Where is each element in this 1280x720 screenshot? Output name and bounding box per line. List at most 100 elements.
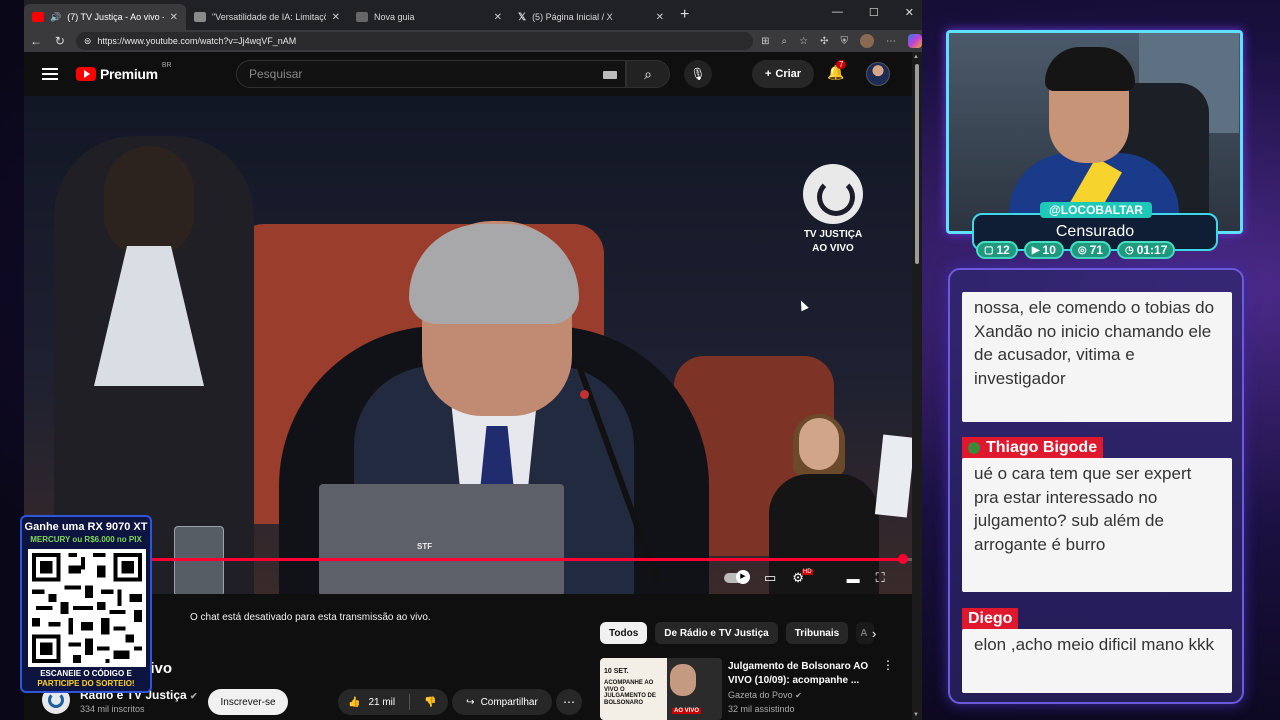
chip-todos[interactable]: Todos (600, 622, 648, 644)
minimize-icon[interactable]: — (832, 6, 843, 19)
url-text: https://www.youtube.com/watch?v=Jj4wqVF_… (97, 36, 297, 46)
tab-versatilidade[interactable]: "Versatilidade de IA: Limitações e ✕ (186, 4, 348, 30)
recommendation-channel[interactable]: Gazeta do Povo ✔ (728, 690, 802, 700)
watermark-line-1: TV JUSTIÇA (803, 229, 863, 240)
hd-badge: HD (801, 569, 813, 575)
player-controls: ▭ ⚙ HD ▬ ⛶ (724, 569, 885, 586)
stat-kick: ◎ 71 (1069, 241, 1111, 259)
laptop: STF (319, 484, 564, 594)
account-avatar[interactable] (866, 62, 890, 86)
favorite-star-icon[interactable]: ☆ (799, 36, 808, 47)
apps-icon[interactable]: ⊞ (761, 36, 769, 47)
stat-value: 71 (1089, 243, 1103, 257)
create-label: Criar (775, 68, 802, 80)
scrollbar-thumb[interactable] (915, 64, 919, 264)
clock-icon: ◷ (1124, 244, 1134, 256)
tab-label: (5) Página Inicial / X (532, 12, 613, 22)
microphone-icon: 🎙 (690, 67, 706, 81)
like-icon[interactable]: 👍 (348, 697, 360, 708)
recommendation-thumbnail[interactable]: 10 SET. ACOMPANHE AO VIVO O JULGAMENTO D… (600, 658, 722, 720)
scroll-down-icon[interactable]: ▼ (913, 712, 919, 718)
giveaway-line-1: Ganhe uma RX 9070 XT (24, 521, 148, 533)
site-info-icon[interactable]: ⊜ (84, 36, 92, 47)
search-button[interactable]: ⌕ (626, 60, 670, 88)
maximize-icon[interactable]: ☐ (869, 6, 879, 19)
subtitles-icon[interactable]: ▭ (764, 570, 776, 586)
logo-text: Premium (100, 66, 158, 82)
tab-nova-guia[interactable]: Nova guia ✕ (348, 4, 510, 30)
x-favicon-icon: 𝕏 (518, 11, 527, 23)
chip-radio-tv-justica[interactable]: De Rádio e TV Justiça (655, 622, 778, 644)
logo-region: BR (161, 62, 172, 69)
tab-label: "Versatilidade de IA: Limitações e (212, 12, 326, 22)
reload-icon[interactable]: ↻ (48, 34, 72, 48)
youtube-page: Premium BR Pesquisar ⌕ 🎙 + Criar 🔔 7 STF… (24, 52, 912, 720)
close-tab-icon[interactable]: ✕ (494, 12, 502, 23)
recommendation-chips: Todos De Rádio e TV Justiça Tribunais A (600, 622, 875, 644)
like-count[interactable]: 21 mil (368, 697, 395, 708)
video-player[interactable]: STF TV JUSTIÇA AO VIVO ▭ ⚙ (24, 96, 912, 594)
tab-strip: 🔊 (7) TV Justiça - Ao vivo - You ✕ "Vers… (24, 0, 922, 30)
channel-subscribers: 334 mil inscritos (80, 704, 145, 714)
thumb-date: 10 SET. (604, 668, 629, 675)
youtube-favicon-icon (32, 12, 44, 22)
stat-youtube: ▶ 10 (1023, 241, 1064, 259)
progress-bar[interactable] (24, 554, 912, 564)
more-menu-icon[interactable]: ⋯ (886, 36, 896, 47)
new-tab-button[interactable]: + (680, 6, 689, 24)
zoom-icon[interactable]: ⌕ (782, 36, 788, 47)
stat-twitch: ▢ 12 (976, 241, 1018, 259)
keyboard-icon[interactable] (603, 71, 617, 79)
scroll-up-icon[interactable]: ▲ (913, 54, 919, 60)
browser-toolbar: ⊞ ⌕ ☆ ✣ ⛨ ⋯ (761, 34, 922, 48)
recommendation-title[interactable]: Julgamento de Bolsonaro AO VIVO (10/09):… (728, 660, 874, 687)
chat-message: ué o cara tem que ser expert pra estar i… (962, 458, 1232, 592)
subscribe-button[interactable]: Inscrever-se (208, 689, 288, 715)
viewer-stats: ▢ 12 ▶ 10 ◎ 71 ◷ 01:17 (976, 241, 1176, 259)
verified-icon: ✔ (190, 691, 198, 701)
more-actions-button[interactable]: ⋯ (556, 689, 582, 715)
streamer-handle: @LOCOBALTAR (1040, 202, 1152, 218)
shield-icon[interactable]: ⛨ (841, 36, 849, 47)
close-tab-icon[interactable]: ✕ (332, 12, 340, 23)
chevron-right-icon[interactable]: › (872, 626, 876, 641)
profile-avatar-icon[interactable] (860, 34, 874, 48)
search-icon: ⌕ (644, 65, 652, 82)
new-tab-favicon-icon (356, 12, 368, 22)
close-tab-icon[interactable]: ✕ (656, 12, 664, 23)
voice-search-button[interactable]: 🎙 (684, 60, 712, 88)
notification-badge: 7 (836, 60, 847, 69)
youtube-header: Premium BR Pesquisar ⌕ 🎙 + Criar 🔔 7 (24, 52, 912, 96)
url-field[interactable]: ⊜ https://www.youtube.com/watch?v=Jj4wqV… (75, 32, 754, 50)
tab-x[interactable]: 𝕏 (5) Página Inicial / X ✕ (510, 4, 672, 30)
youtube-logo[interactable]: Premium BR (76, 62, 172, 82)
thumb-live-badge: AO VIVO (672, 708, 702, 714)
menu-icon[interactable] (42, 68, 58, 80)
share-icon: ↪ (466, 696, 475, 708)
copilot-icon[interactable] (908, 34, 922, 48)
chat-author: Diego (962, 608, 1019, 630)
autoplay-toggle[interactable] (724, 570, 750, 584)
notifications-button[interactable]: 🔔 7 (827, 60, 847, 81)
stat-value: 01:17 (1136, 243, 1168, 257)
recommendation-menu-icon[interactable]: ⋮ (882, 658, 894, 672)
stat-value: 12 (996, 243, 1010, 257)
chip-tribunais[interactable]: Tribunais (785, 622, 849, 644)
plus-icon: + (764, 68, 772, 80)
speaker-icon[interactable]: 🔊 (50, 12, 61, 23)
youtube-icon: ▶ (1031, 244, 1040, 256)
dislike-icon[interactable]: 👎 (424, 697, 436, 708)
tab-youtube[interactable]: 🔊 (7) TV Justiça - Ao vivo - You ✕ (24, 4, 186, 30)
tv-justica-watermark: TV JUSTIÇA AO VIVO (800, 164, 866, 255)
extensions-icon[interactable]: ✣ (820, 36, 828, 47)
tab-label: Nova guia (374, 12, 415, 22)
close-window-icon[interactable]: ✕ (905, 6, 914, 19)
share-button[interactable]: ↪ Compartilhar (452, 689, 552, 715)
page-scrollbar[interactable]: ▲ ▼ (912, 52, 922, 720)
back-icon[interactable]: ← (24, 34, 48, 48)
create-button[interactable]: + Criar (752, 60, 814, 88)
close-tab-icon[interactable]: ✕ (170, 12, 178, 23)
theater-mode-icon[interactable]: ▬ (847, 571, 860, 586)
fullscreen-icon[interactable]: ⛶ (876, 570, 885, 586)
search-input[interactable]: Pesquisar (236, 60, 626, 88)
